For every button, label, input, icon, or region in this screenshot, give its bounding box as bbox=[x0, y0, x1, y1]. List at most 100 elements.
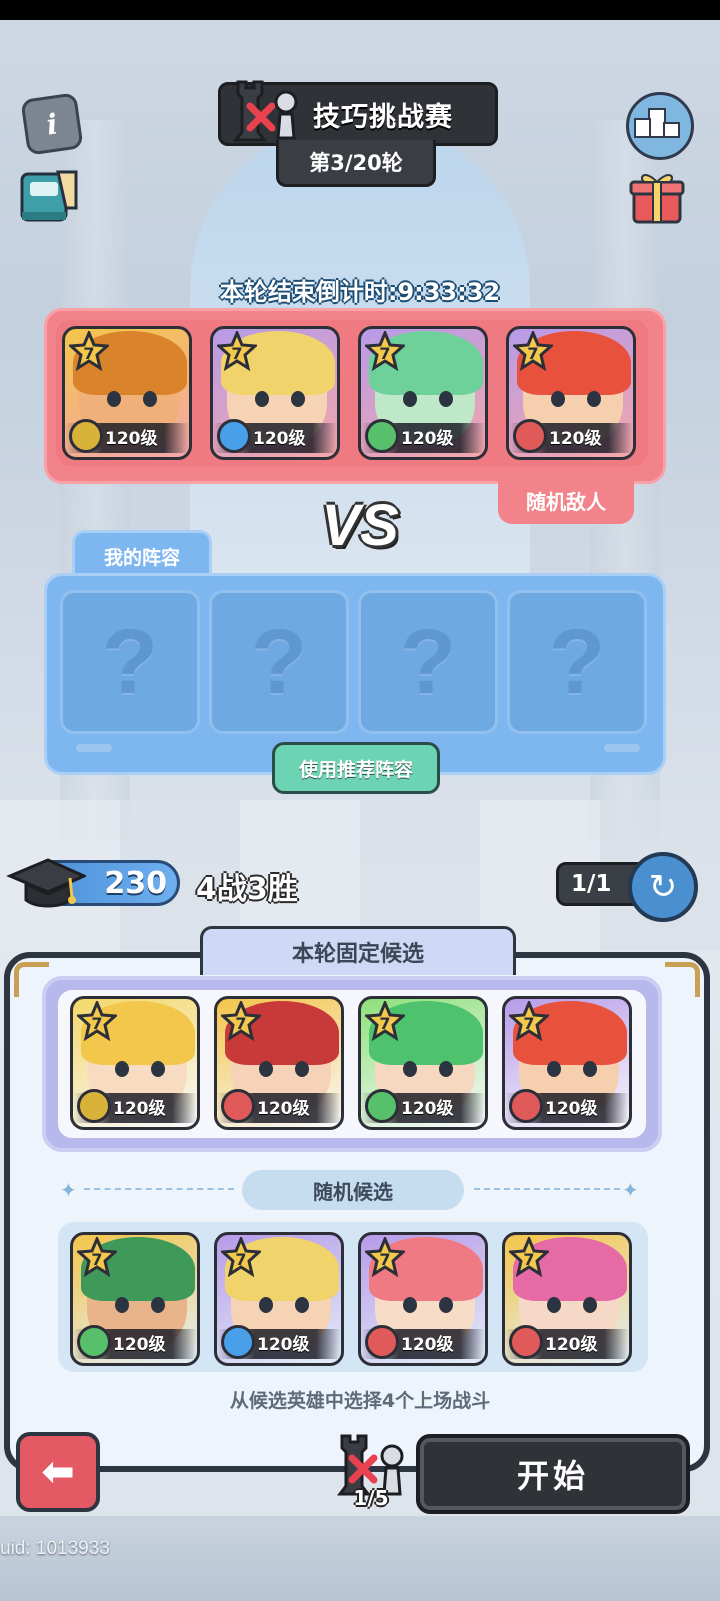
back-button[interactable]: ⬅ bbox=[16, 1432, 100, 1512]
star-count: 7 bbox=[231, 344, 242, 363]
ranking-button[interactable] bbox=[626, 92, 694, 160]
status-bar bbox=[0, 0, 720, 20]
versus-text: VS bbox=[321, 493, 399, 558]
random-candidate-hero-card[interactable]: 7 120级 bbox=[214, 1232, 344, 1366]
empty-slot-question-mark: ? bbox=[101, 610, 159, 713]
hero-eye bbox=[107, 391, 121, 407]
fixed-candidates-tab: 本轮固定候选 bbox=[200, 926, 516, 975]
star-count: 7 bbox=[83, 344, 94, 363]
hero-level: 120级 bbox=[257, 1099, 310, 1119]
hero-eye bbox=[551, 391, 565, 407]
hero-eye bbox=[295, 1297, 309, 1313]
score-value: 230 bbox=[104, 865, 167, 901]
gift-button[interactable] bbox=[628, 168, 686, 226]
start-button[interactable]: 开始 bbox=[416, 1434, 690, 1514]
star-count: 7 bbox=[379, 1014, 390, 1033]
hero-eye bbox=[115, 1061, 129, 1077]
enemy-hero-card[interactable]: 7 120级 bbox=[506, 326, 636, 460]
hero-level: 120级 bbox=[105, 429, 158, 449]
water-element-icon bbox=[217, 419, 251, 453]
user-id: uid: 1013933 bbox=[0, 1538, 110, 1559]
random-candidates-label: 随机候选 bbox=[242, 1170, 464, 1210]
empty-slot-question-mark: ? bbox=[399, 610, 457, 713]
hero-eye bbox=[255, 391, 269, 407]
info-icon: i bbox=[44, 106, 60, 142]
lineup-slot-1[interactable]: ? bbox=[60, 590, 200, 734]
hero-eye bbox=[259, 1061, 273, 1077]
star-count: 7 bbox=[235, 1250, 246, 1269]
enemy-hero-card[interactable]: 7 120级 bbox=[210, 326, 340, 460]
wind-element-icon bbox=[365, 1089, 399, 1123]
rules-book-button[interactable] bbox=[18, 168, 80, 226]
chess-tower-icon bbox=[228, 72, 304, 148]
panel-decoration bbox=[76, 744, 112, 752]
wind-element-icon bbox=[365, 419, 399, 453]
enemy-hero-card[interactable]: 7 120级 bbox=[358, 326, 488, 460]
refresh-count-value: 1/1 bbox=[571, 871, 612, 897]
round-countdown: 本轮结束倒计时:9:33:32 bbox=[219, 278, 501, 306]
panel-corner-decoration bbox=[665, 962, 700, 997]
hero-level: 120级 bbox=[113, 1099, 166, 1119]
lineup-slot-2[interactable]: ? bbox=[209, 590, 349, 734]
random-candidate-hero-card[interactable]: 7 120级 bbox=[358, 1232, 488, 1366]
hero-level: 120级 bbox=[401, 1099, 454, 1119]
hero-eye bbox=[547, 1061, 561, 1077]
hero-eye bbox=[295, 1061, 309, 1077]
random-enemy-label: 随机敌人 bbox=[498, 476, 634, 524]
star-rank-icon: 7 bbox=[221, 1237, 261, 1277]
hero-level: 120级 bbox=[549, 429, 602, 449]
empty-slot-question-mark: ? bbox=[250, 610, 308, 713]
book-icon bbox=[20, 170, 78, 222]
lineup-slot-3[interactable]: ? bbox=[358, 590, 498, 734]
hero-level: 120级 bbox=[545, 1099, 598, 1119]
star-count: 7 bbox=[523, 1014, 534, 1033]
star-count: 7 bbox=[91, 1014, 102, 1033]
fixed-candidate-hero-card[interactable]: 7 120级 bbox=[358, 996, 488, 1130]
enemy-hero-card[interactable]: 7 120级 bbox=[62, 326, 192, 460]
selection-hint: 从候选英雄中选择4个上场战斗 bbox=[229, 1390, 491, 1412]
hero-eye bbox=[259, 1297, 273, 1313]
hero-level: 120级 bbox=[401, 1335, 454, 1355]
fixed-candidate-hero-card[interactable]: 7 120级 bbox=[502, 996, 632, 1130]
star-rank-icon: 7 bbox=[221, 1001, 261, 1041]
fire-element-icon bbox=[365, 1325, 399, 1359]
my-lineup-tab: 我的阵容 bbox=[72, 530, 212, 579]
back-arrow-icon: ⬅ bbox=[41, 1449, 75, 1495]
hero-eye bbox=[151, 1297, 165, 1313]
earth-element-icon bbox=[77, 1089, 111, 1123]
star-rank-icon: 7 bbox=[509, 1001, 549, 1041]
hero-eye bbox=[151, 1061, 165, 1077]
podium-icon bbox=[634, 108, 680, 138]
hero-eye bbox=[143, 391, 157, 407]
hero-eye bbox=[291, 391, 305, 407]
star-rank-icon: 7 bbox=[365, 331, 405, 371]
panel-decoration bbox=[604, 744, 640, 752]
battle-count: 1/5 bbox=[353, 1486, 389, 1510]
lineup-slot-4[interactable]: ? bbox=[507, 590, 647, 734]
star-count: 7 bbox=[527, 344, 538, 363]
hero-eye bbox=[547, 1297, 561, 1313]
fire-element-icon bbox=[509, 1089, 543, 1123]
star-count: 7 bbox=[235, 1014, 246, 1033]
hero-level: 120级 bbox=[253, 429, 306, 449]
fixed-candidate-hero-card[interactable]: 7 120级 bbox=[70, 996, 200, 1130]
refresh-button[interactable]: ↻ bbox=[628, 852, 698, 922]
use-recommended-lineup-button[interactable]: 使用推荐阵容 bbox=[272, 742, 440, 794]
earth-element-icon bbox=[69, 419, 103, 453]
star-rank-icon: 7 bbox=[513, 331, 553, 371]
hero-eye bbox=[403, 1297, 417, 1313]
random-candidate-hero-card[interactable]: 7 120级 bbox=[502, 1232, 632, 1366]
hero-level: 120级 bbox=[545, 1335, 598, 1355]
star-count: 7 bbox=[91, 1250, 102, 1269]
star-rank-icon: 7 bbox=[217, 331, 257, 371]
random-candidate-hero-card[interactable]: 7 120级 bbox=[70, 1232, 200, 1366]
hero-eye bbox=[583, 1297, 597, 1313]
star-rank-icon: 7 bbox=[365, 1237, 405, 1277]
fire-element-icon bbox=[513, 419, 547, 453]
hero-eye bbox=[403, 1061, 417, 1077]
hero-eye bbox=[439, 1061, 453, 1077]
info-button[interactable]: i bbox=[20, 92, 84, 156]
fixed-candidate-hero-card[interactable]: 7 120级 bbox=[214, 996, 344, 1130]
empty-slot-question-mark: ? bbox=[548, 610, 606, 713]
divider-line bbox=[474, 1188, 620, 1190]
